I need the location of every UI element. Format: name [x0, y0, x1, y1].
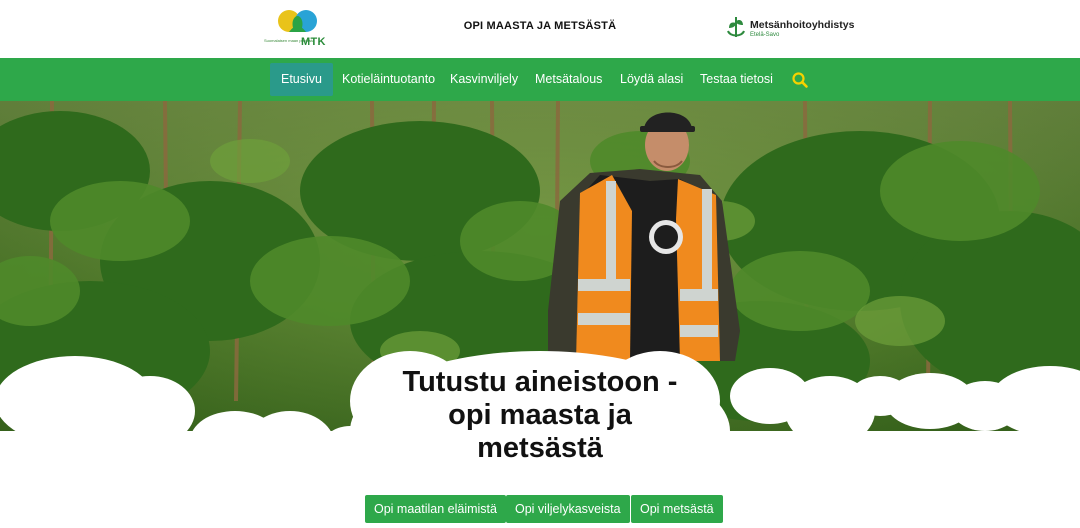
mtk-leaves-icon — [278, 10, 317, 32]
hero-title: Tutustu aineistoon - opi maasta ja metsä… — [390, 366, 690, 465]
nav-item-kotielaintuotanto[interactable]: Kotieläintuotanto — [331, 63, 446, 96]
hero-title-line-2: opi maasta ja — [448, 399, 632, 431]
cta-opi-maatilan-elaimista[interactable]: Opi maatilan eläimistä — [365, 495, 506, 523]
site-title-text[interactable]: OPI MAASTA JA METSÄSTÄ — [464, 20, 617, 32]
nav-item-etusivu[interactable]: Etusivu — [270, 63, 333, 96]
cta-opi-metsasta[interactable]: Opi metsästä — [631, 495, 723, 523]
nav-item-loyda-alasi[interactable]: Löydä alasi — [609, 63, 694, 96]
nav-item-metsatalous[interactable]: Metsätalous — [524, 63, 613, 96]
mtk-logo[interactable]: Suomalaisen maan puolesta MTK — [262, 8, 328, 48]
mhy-name: Metsänhoitoyhdistys — [750, 19, 855, 31]
hero-title-line-3: metsästä — [477, 432, 603, 464]
mhy-region: Etelä-Savo — [750, 32, 780, 38]
search-icon — [792, 72, 808, 88]
hero-section: Tutustu aineistoon - opi maasta ja metsä… — [0, 101, 1080, 528]
nav-item-kasvinviljely[interactable]: Kasvinviljely — [439, 63, 529, 96]
cta-opi-viljelykasveista[interactable]: Opi viljelykasveista — [506, 495, 630, 523]
mhy-logo[interactable]: Metsänhoitoyhdistys Etelä-Savo — [726, 14, 856, 42]
hero-title-line-1: Tutustu aineistoon - — [402, 366, 678, 398]
mtk-logo-text: MTK — [301, 36, 326, 48]
mhy-sprout-icon — [727, 17, 745, 37]
site-header: Suomalaisen maan puolesta MTK OPI MAASTA… — [0, 0, 1080, 58]
search-button[interactable] — [790, 70, 810, 90]
main-nav: Etusivu Kotieläintuotanto Kasvinviljely … — [0, 58, 1080, 101]
nav-item-testaa-tietosi[interactable]: Testaa tietosi — [689, 63, 784, 96]
site-title: OPI MAASTA JA METSÄSTÄ — [0, 20, 1080, 32]
